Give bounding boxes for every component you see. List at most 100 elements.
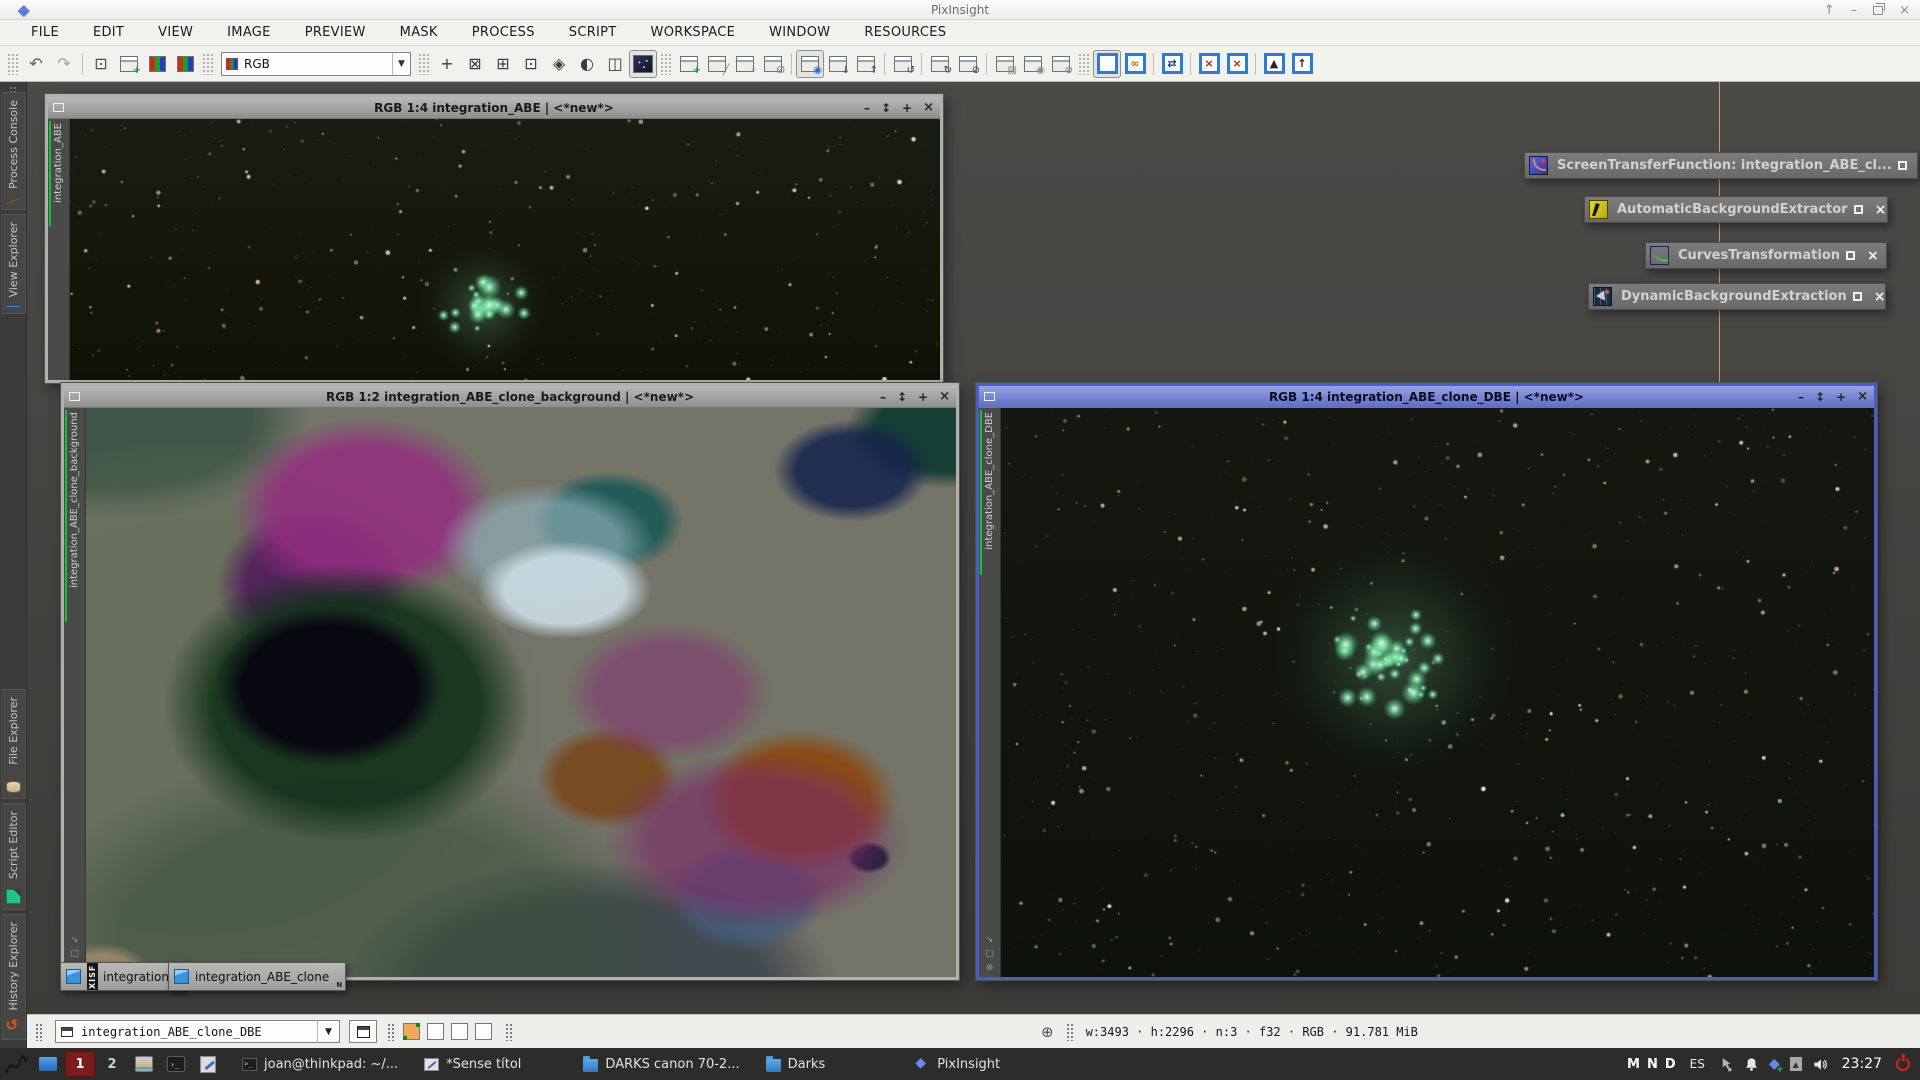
previous-state-icon[interactable]: ↺ — [890, 51, 916, 77]
dropdown-arrow-icon[interactable]: ▼ — [317, 1021, 339, 1042]
image-canvas-integration-abe-clone-dbe[interactable] — [1001, 408, 1874, 977]
show-mask-icon[interactable]: ▨ — [992, 51, 1018, 77]
file-manager-launcher-icon[interactable] — [128, 1048, 160, 1080]
bottom-bar-grip[interactable] — [35, 1023, 43, 1041]
zoom-button[interactable] — [1836, 391, 1846, 403]
iconize-window-icon[interactable]: ↓ — [825, 51, 851, 77]
pixinsight-updates-icon[interactable]: ◆ — [1769, 1056, 1780, 1072]
fit-button[interactable] — [1815, 391, 1825, 403]
workspace[interactable]: RGB 1:4 integration_ABE | <*new*> integr… — [27, 82, 1920, 1014]
notifications-bell-icon[interactable] — [1744, 1057, 1759, 1072]
next-state-icon[interactable]: ↻ — [927, 51, 953, 77]
process-window-curvestransformation[interactable]: CurvesTransformation × — [1645, 242, 1887, 269]
view-selector-strip[interactable]: integration_ABE_clone_background ↘ □ ⊕ — [64, 408, 86, 977]
zoom-button[interactable] — [918, 391, 928, 403]
edit-identifier-icon[interactable]: ⊡ — [88, 51, 114, 77]
center-mode-icon[interactable]: ⊕ — [985, 963, 994, 973]
software-updater-icon[interactable]: ▲ — [1790, 1057, 1802, 1071]
volume-icon[interactable] — [1812, 1057, 1828, 1072]
image-window-integration-abe-clone-background[interactable]: RGB 1:2 integration_ABE_clone_background… — [61, 383, 959, 980]
menu-item[interactable]: EDIT — [76, 25, 141, 40]
pan-mode-icon[interactable]: + — [434, 51, 460, 77]
image-window-integration-abe-clone-dbe[interactable]: RGB 1:4 integration_ABE_clone_DBE | <*ne… — [976, 383, 1877, 980]
menu-item[interactable]: SCRIPT — [552, 25, 634, 40]
dropdown-arrow-icon[interactable]: ▼ — [392, 53, 410, 75]
stf-shadows-icon[interactable]: ▲ — [1261, 51, 1287, 77]
bottom-bar-grip[interactable] — [505, 1023, 513, 1041]
clock[interactable]: 23:27 — [1842, 1056, 1882, 1072]
menu-item[interactable]: MASK — [383, 25, 455, 40]
text-editor-launcher-icon[interactable] — [192, 1048, 224, 1080]
power-icon[interactable] — [1896, 1057, 1910, 1071]
extract-channels-icon[interactable] — [172, 51, 198, 77]
menu-item[interactable]: WORKSPACE — [634, 25, 753, 40]
stf-highlights-icon[interactable]: ↑ — [1289, 51, 1315, 77]
window-titlebar[interactable]: RGB 1:4 integration_ABE_clone_DBE | <*ne… — [979, 386, 1874, 407]
stf-auto-stretch-icon[interactable]: ∞ — [1122, 51, 1148, 77]
menu-item[interactable]: RESOURCES — [847, 25, 963, 40]
app-titlebar[interactable]: ◆ PixInsight ↑ – × — [0, 0, 1920, 20]
view-selector-strip[interactable]: integration_ABE_clone_DBE ↘ □ ⊕ — [979, 408, 1001, 977]
restore-process-button[interactable] — [1853, 292, 1862, 301]
process-window-automaticbackgroundextractor[interactable]: AutomaticBackgroundExtractor × — [1584, 196, 1888, 223]
restore-icon[interactable] — [1873, 6, 1883, 15]
stf-reset-all-icon[interactable]: × — [1224, 51, 1250, 77]
task-folder-darks-canon[interactable]: DARKS canon 70-2... — [573, 1048, 749, 1080]
display-channel-dropdown[interactable]: RGB ▼ — [221, 52, 411, 76]
menu-item[interactable]: FILE — [14, 25, 76, 40]
restore-process-button[interactable] — [1854, 205, 1863, 214]
menu-item[interactable]: PROCESS — [455, 25, 552, 40]
restore-process-button[interactable] — [1898, 161, 1907, 170]
delete-view-icon[interactable]: ∅ — [760, 51, 786, 77]
display-image-icon[interactable] — [630, 51, 656, 77]
sidebar-tab-view-explorer[interactable]: View Explorer — [1, 214, 26, 314]
menu-item[interactable]: PREVIEW — [288, 25, 383, 40]
input-method-icon[interactable] — [1719, 1057, 1734, 1072]
process-window-screentransferfunction[interactable]: ScreenTransferFunction: integration_ABE_… — [1524, 152, 1918, 179]
task-terminal[interactable]: joan@thinkpad: ~/... — [232, 1048, 408, 1080]
sidebar-tab-file-explorer[interactable]: File Explorer — [1, 689, 26, 799]
active-window-dropdown[interactable]: integration_ABE_clone_DBE ▼ — [55, 1020, 340, 1043]
menu-item[interactable]: WINDOW — [752, 25, 847, 40]
status-grip[interactable] — [1066, 1023, 1074, 1041]
workspace-square[interactable] — [475, 1023, 492, 1040]
workspace-square[interactable] — [403, 1023, 420, 1040]
workspace-button[interactable]: 1 — [65, 1051, 95, 1077]
image-canvas-integration-abe[interactable] — [70, 119, 940, 380]
shade-button[interactable] — [1798, 391, 1804, 403]
close-view-icon[interactable]: ◦ — [732, 51, 758, 77]
stf-enable-icon[interactable] — [1094, 51, 1120, 77]
task-pixinsight[interactable]: PixInsight — [905, 1048, 1010, 1080]
menu-item[interactable]: VIEW — [141, 25, 210, 40]
duplicate-image-icon[interactable]: + — [116, 51, 142, 77]
undo-icon[interactable]: ↶ — [23, 51, 49, 77]
rgb-image-icon[interactable] — [144, 51, 170, 77]
close-process-button[interactable]: × — [1875, 203, 1887, 217]
invert-mask-icon[interactable]: ⊙ — [1048, 51, 1074, 77]
task-editor[interactable]: *Sense títol — [414, 1048, 531, 1080]
menu-item[interactable]: IMAGE — [210, 25, 288, 40]
fit-view-icon[interactable]: ⊞ — [490, 51, 516, 77]
select-display-icon[interactable]: ◫ — [602, 51, 628, 77]
fit-button[interactable] — [897, 391, 907, 403]
purge-history-icon[interactable]: ⊘ — [955, 51, 981, 77]
workspace-square[interactable] — [427, 1023, 444, 1040]
shade-button[interactable] — [880, 391, 886, 403]
screen-window-icon[interactable]: ◉ — [797, 51, 823, 77]
image-window-integration-abe[interactable]: RGB 1:4 integration_ABE | <*new*> integr… — [45, 94, 943, 383]
window-titlebar[interactable]: RGB 1:2 integration_ABE_clone_background… — [64, 386, 956, 407]
close-process-button[interactable]: × — [1867, 249, 1879, 263]
workspace-square[interactable] — [451, 1023, 468, 1040]
image-background-model[interactable] — [86, 408, 956, 977]
terminal-launcher-icon[interactable]: ›_ — [160, 1048, 192, 1080]
stf-edit-icon[interactable]: ⇄ — [1159, 51, 1185, 77]
window-select-button[interactable] — [349, 1020, 377, 1043]
iconized-tab-integration-abe-clone[interactable]: integration_ABE_clone N — [168, 962, 346, 991]
zoom-mode-icon[interactable]: ↘ — [70, 935, 79, 945]
sidebar-tab-script-editor[interactable]: Script Editor — [1, 803, 26, 910]
stf-reset-icon[interactable]: × — [1196, 51, 1222, 77]
process-window-dynamicbackgroundextraction[interactable]: DynamicBackgroundExtraction × — [1588, 283, 1886, 310]
window-list-icon[interactable] — [32, 1048, 64, 1080]
task-folder-darks[interactable]: Darks — [756, 1048, 836, 1080]
view-selector-strip[interactable]: integration_ABE — [48, 119, 70, 380]
